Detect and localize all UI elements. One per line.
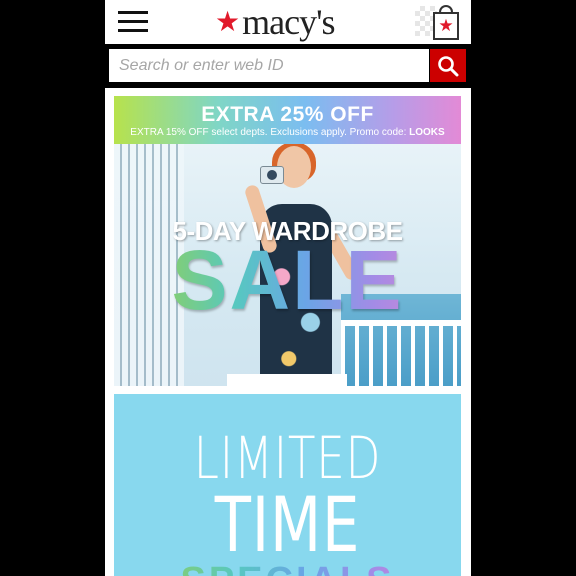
promo-headline: EXTRA 25% OFF (201, 103, 374, 126)
wardrobe-sale-banner[interactable]: EXTRA 25% OFF EXTRA 15% OFF select depts… (114, 96, 461, 386)
search-button[interactable] (430, 49, 466, 82)
promo-code: LOOKS (409, 127, 445, 139)
promo-strip: EXTRA 25% OFF EXTRA 15% OFF select depts… (114, 96, 461, 144)
search-bar (105, 48, 471, 88)
menu-icon[interactable] (118, 10, 148, 34)
site-header: ★ macy's ★ (105, 0, 471, 44)
star-icon: ★ (215, 6, 241, 37)
promo-subline: EXTRA 15% OFF select depts. Exclusions a… (130, 127, 445, 139)
mobile-viewport: ★ macy's ★ EXTRA 25% OFF EXTRA 15% OFF s… (105, 0, 471, 576)
promo-title-big: SALE (114, 238, 461, 322)
search-icon (438, 55, 459, 76)
shop-now-button[interactable]: SHOP NOW (227, 374, 347, 386)
promo-photo: 5-DAY WARDROBE SALE SHOP NOW (114, 144, 461, 386)
brand-name: macy's (242, 2, 335, 42)
limited-line-3: SPECIALS (114, 560, 461, 576)
limited-line-2: TIME (214, 480, 361, 569)
shopping-bag-icon[interactable]: ★ (415, 4, 461, 40)
bag-star-icon: ★ (433, 12, 459, 40)
camera-image (260, 166, 284, 184)
limited-time-banner[interactable]: LIMITED TIME SPECIALS (114, 394, 461, 576)
search-input[interactable] (109, 49, 429, 82)
macys-logo[interactable]: ★ macy's (215, 2, 336, 42)
